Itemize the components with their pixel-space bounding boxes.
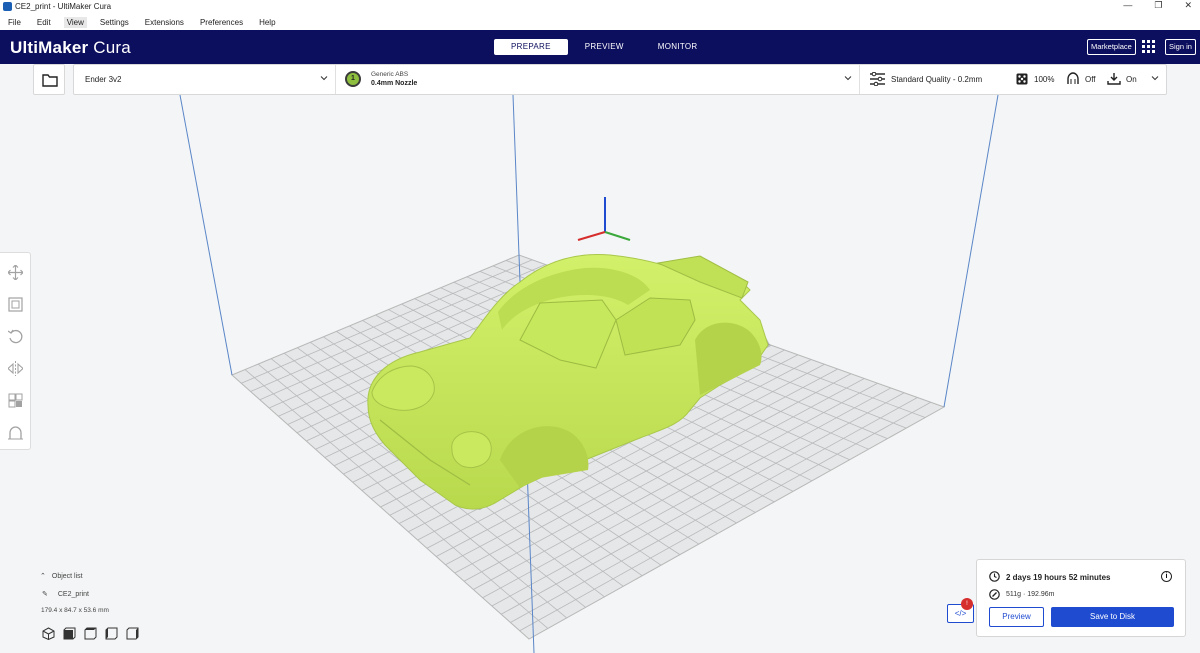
mirror-tool-icon[interactable] [8,361,23,376]
support-blocker-icon[interactable] [8,425,23,440]
adhesion-value: On [1126,75,1137,84]
menu-extensions[interactable]: Extensions [145,18,184,27]
sliders-icon [870,72,885,86]
menu-help[interactable]: Help [259,18,275,27]
view-right-icon[interactable] [126,627,139,640]
support-value: Off [1085,75,1096,84]
marketplace-button[interactable]: Marketplace [1087,39,1136,55]
tab-monitor[interactable]: MONITOR [641,39,715,55]
xray-view-button[interactable]: </> ! [947,598,974,623]
scale-tool-icon[interactable] [8,297,23,312]
tab-prepare[interactable]: PREPARE [494,39,568,55]
axis-indicator [577,197,631,241]
close-button[interactable]: ✕ [1184,0,1192,11]
object-dimensions: 179.4 x 84.7 x 53.6 mm [41,607,109,614]
support-icon [1067,72,1079,84]
material-name: Generic ABS [371,71,409,78]
menu-settings[interactable]: Settings [100,18,129,27]
menu-preferences[interactable]: Preferences [200,18,243,27]
minimize-button[interactable]: — [1123,0,1132,11]
nozzle-size: 0.4mm Nozzle [371,80,418,87]
rotate-tool-icon[interactable] [8,329,23,344]
save-to-disk-button[interactable]: Save to Disk [1051,607,1174,627]
material-selector[interactable]: 1 Generic ABS 0.4mm Nozzle [336,65,860,94]
menu-edit[interactable]: Edit [37,18,51,27]
preview-button[interactable]: Preview [989,607,1044,627]
print-action-panel: 2 days 19 hours 52 minutes i 511g · 192.… [976,559,1186,637]
printer-selector[interactable]: Ender 3v2 [74,65,336,94]
build-volume-viewport[interactable] [0,0,1200,653]
transform-toolbar [0,252,31,450]
open-file-button[interactable] [33,64,65,95]
window-title-bar: CE2_print - UltiMaker Cura — ❐ ✕ [0,0,1200,14]
object-list-toggle[interactable]: ⌃ Object list [40,572,83,580]
chevron-down-icon [844,76,852,81]
print-settings-selector[interactable]: Standard Quality - 0.2mm 100% Off On [860,65,1166,94]
pencil-icon: ✎ [42,591,48,598]
per-model-settings-icon[interactable] [8,393,23,408]
window-title: CE2_print - UltiMaker Cura [15,2,112,11]
menu-bar: File Edit View Settings Extensions Prefe… [0,14,1200,30]
menu-view[interactable]: View [63,16,87,28]
app-header: UltiMaker Cura PREPARE PREVIEW MONITOR M… [0,30,1200,64]
chevron-up-icon: ⌃ [40,573,46,580]
chevron-down-icon [1151,76,1159,81]
chevron-down-icon [320,76,328,81]
view-front-icon[interactable] [63,627,76,640]
infill-icon [1016,73,1028,85]
info-icon[interactable]: i [1161,571,1172,582]
sign-in-button[interactable]: Sign in [1165,39,1196,55]
folder-icon [42,74,58,87]
object-name-row[interactable]: ✎ CE2_print [42,590,89,598]
print-time: 2 days 19 hours 52 minutes [1006,573,1111,582]
print-setup-bar: Ender 3v2 1 Generic ABS 0.4mm Nozzle Sta… [73,64,1167,95]
tab-preview[interactable]: PREVIEW [568,39,641,55]
spool-icon [989,589,1000,600]
menu-file[interactable]: File [8,18,21,27]
material-usage: 511g · 192.96m [1006,591,1055,598]
maximize-button[interactable]: ❐ [1154,0,1162,11]
extruder-badge: 1 [345,71,361,87]
view-3d-icon[interactable] [42,627,55,640]
quality-profile: Standard Quality - 0.2mm [891,75,983,84]
app-logo: UltiMaker Cura [10,38,131,57]
app-icon [3,2,12,11]
move-tool-icon[interactable] [8,265,23,280]
infill-value: 100% [1034,75,1055,84]
warning-badge: ! [961,598,973,610]
adhesion-icon [1107,73,1121,85]
printer-name: Ender 3v2 [85,75,122,84]
code-icon: </> [954,609,967,618]
apps-grid-icon[interactable] [1142,40,1155,53]
clock-icon [989,571,1000,582]
view-left-icon[interactable] [105,627,118,640]
view-top-icon[interactable] [84,627,97,640]
